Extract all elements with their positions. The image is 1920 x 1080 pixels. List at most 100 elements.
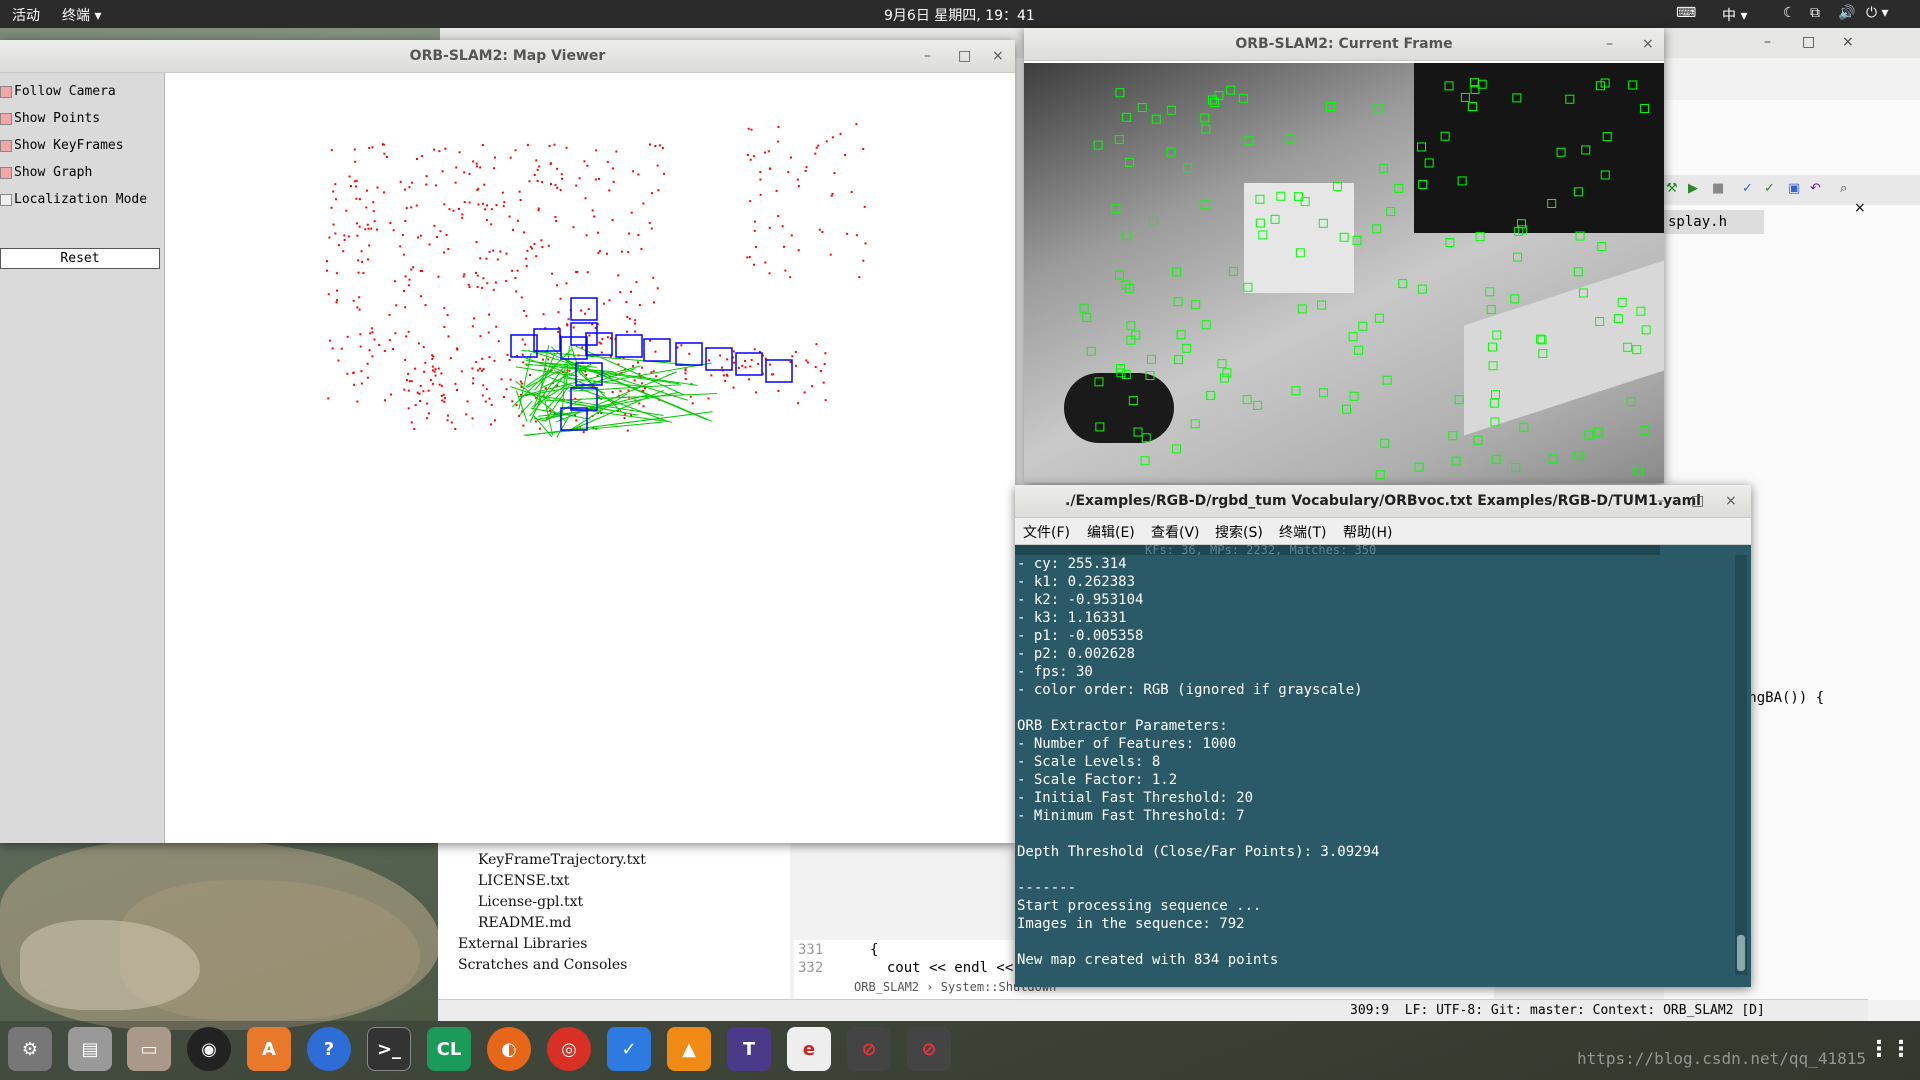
map-point [458, 151, 461, 154]
map-point [447, 414, 450, 417]
close-icon[interactable]: × [1642, 28, 1654, 61]
minimize-icon[interactable]: – [924, 40, 931, 73]
blocked-icon[interactable]: ⊘ [907, 1027, 951, 1071]
reset-button[interactable]: Reset [0, 248, 160, 269]
show-apps-icon[interactable]: ⋮⋮ [1868, 1027, 1912, 1071]
help-icon[interactable]: ? [307, 1027, 351, 1071]
map-point [359, 345, 362, 348]
volume-icon[interactable]: 🔊 [1838, 5, 1855, 21]
map-point [433, 148, 436, 151]
code-line[interactable]: { [870, 942, 878, 958]
map-point [438, 150, 441, 153]
map-point [501, 191, 504, 194]
map-point [481, 394, 484, 397]
map-viewer-titlebar[interactable]: ORB-SLAM2: Map Viewer – □ × [0, 40, 1015, 73]
power-icon[interactable]: ⏻ ▾ [1866, 5, 1889, 21]
terminal-output[interactable]: - cy: 255.314 - k1: 0.262383 - k2: -0.9531… [1015, 555, 1735, 975]
clock[interactable]: 9月6日 星期四, 19：41 [884, 5, 1035, 25]
option-show-graph[interactable]: Show Graph [0, 162, 92, 184]
option-localization-mode[interactable]: Localization Mode [0, 189, 147, 211]
settings-icon[interactable]: ⚙ [8, 1027, 52, 1071]
clion-icon[interactable]: CL [427, 1027, 471, 1071]
app-menu[interactable]: 终端 ▾ [62, 5, 101, 25]
history-icon[interactable]: ▣ [1788, 181, 1800, 196]
map-point [528, 180, 531, 183]
maximize-icon[interactable]: □ [1802, 34, 1815, 50]
checkbox[interactable] [0, 113, 12, 125]
menu-search[interactable]: 搜索(S) [1215, 522, 1263, 542]
map-point [519, 380, 522, 383]
map-point [407, 372, 410, 375]
scrollbar-thumb[interactable] [1737, 935, 1745, 971]
texmaker-icon[interactable]: T [727, 1027, 771, 1071]
terminal-line: ORB Extractor Parameters: [1017, 718, 1228, 734]
input-method[interactable]: 中 ▾ [1722, 5, 1747, 25]
map-point [335, 301, 338, 304]
minimize-icon[interactable]: – [1606, 28, 1613, 61]
close-icon[interactable]: × [1842, 34, 1854, 50]
app-icon[interactable]: e [787, 1027, 831, 1071]
todo-icon[interactable]: ✓ [607, 1027, 651, 1071]
maximize-icon[interactable]: □ [1691, 485, 1704, 518]
obs-icon[interactable]: ◉ [187, 1027, 231, 1071]
option-show-points[interactable]: Show Points [0, 108, 100, 130]
tree-item[interactable]: Scratches and Consoles [458, 955, 627, 975]
tree-item[interactable]: KeyFrameTrajectory.txt [478, 850, 646, 870]
option-show-keyframes[interactable]: Show KeyFrames [0, 135, 124, 157]
menu-file[interactable]: 文件(F) [1023, 522, 1070, 542]
map-point [450, 421, 453, 424]
close-icon[interactable]: × [1854, 200, 1894, 230]
editor-tab[interactable]: splay.h [1664, 210, 1764, 234]
map-point [492, 249, 495, 252]
map-canvas[interactable] [166, 73, 1015, 843]
chrome-icon[interactable]: ◎ [547, 1027, 591, 1071]
firefox-icon[interactable]: ◐ [487, 1027, 531, 1071]
vcs-commit-icon[interactable]: ✓ [1764, 181, 1775, 196]
run-icon[interactable]: ▶ [1688, 181, 1698, 196]
current-frame-titlebar[interactable]: ORB-SLAM2: Current Frame – × [1024, 28, 1664, 61]
status-text[interactable]: 309:9 LF: UTF-8: Git: master: Context: O… [1350, 1003, 1765, 1018]
blocked-icon[interactable]: ⊘ [847, 1027, 891, 1071]
terminal-titlebar[interactable]: ./Examples/RGB-D/rgbd_tum Vocabulary/ORB… [1015, 485, 1751, 518]
map-point [796, 178, 799, 181]
tree-item[interactable]: README.md [478, 913, 571, 933]
terminal-icon[interactable]: >_ [367, 1027, 411, 1071]
feature-marker [1454, 395, 1464, 405]
tree-item[interactable]: External Libraries [458, 934, 587, 954]
tree-item[interactable]: LICENSE.txt [478, 871, 569, 891]
feature-marker [1380, 438, 1390, 448]
keyboard-icon[interactable]: ⌨ [1676, 5, 1696, 21]
activities-button[interactable]: 活动 [12, 5, 40, 25]
tree-item[interactable]: License-gpl.txt [478, 892, 583, 912]
software-center-icon[interactable]: A [247, 1027, 291, 1071]
checkbox[interactable] [0, 140, 12, 152]
menu-terminal[interactable]: 终端(T) [1279, 522, 1326, 542]
close-icon[interactable]: × [1725, 485, 1737, 518]
menu-view[interactable]: 查看(V) [1151, 522, 1200, 542]
feature-marker [1095, 422, 1105, 432]
vcs-update-icon[interactable]: ✓ [1742, 181, 1753, 196]
map-point [769, 363, 772, 366]
build-icon[interactable]: ⚒ [1666, 181, 1678, 196]
minimize-icon[interactable]: – [1764, 34, 1771, 50]
minimize-icon[interactable]: – [1657, 485, 1664, 518]
option-follow-camera[interactable]: Follow Camera [0, 81, 116, 103]
disk-utility-icon[interactable]: ▤ [68, 1027, 112, 1071]
checkbox[interactable] [0, 194, 12, 206]
vlc-icon[interactable]: ▲ [667, 1027, 711, 1071]
checkbox[interactable] [0, 86, 12, 98]
terminal-scrollbar[interactable] [1735, 555, 1747, 975]
network-icon[interactable]: ⧉ [1810, 5, 1820, 21]
breadcrumb-item[interactable]: ORB_SLAM2 [854, 980, 919, 994]
night-mode-icon[interactable]: ☾ [1783, 5, 1796, 21]
close-icon[interactable]: × [992, 40, 1004, 73]
revert-icon[interactable]: ↶ [1810, 181, 1821, 196]
menu-help[interactable]: 帮助(H) [1343, 522, 1392, 542]
maximize-icon[interactable]: □ [958, 40, 971, 73]
feature-marker [1140, 456, 1150, 466]
search-icon[interactable]: ⌕ [1840, 181, 1847, 196]
menu-edit[interactable]: 编辑(E) [1087, 522, 1135, 542]
checkbox[interactable] [0, 167, 12, 179]
files-icon[interactable]: ▭ [127, 1027, 171, 1071]
stop-icon[interactable]: ■ [1712, 181, 1724, 196]
